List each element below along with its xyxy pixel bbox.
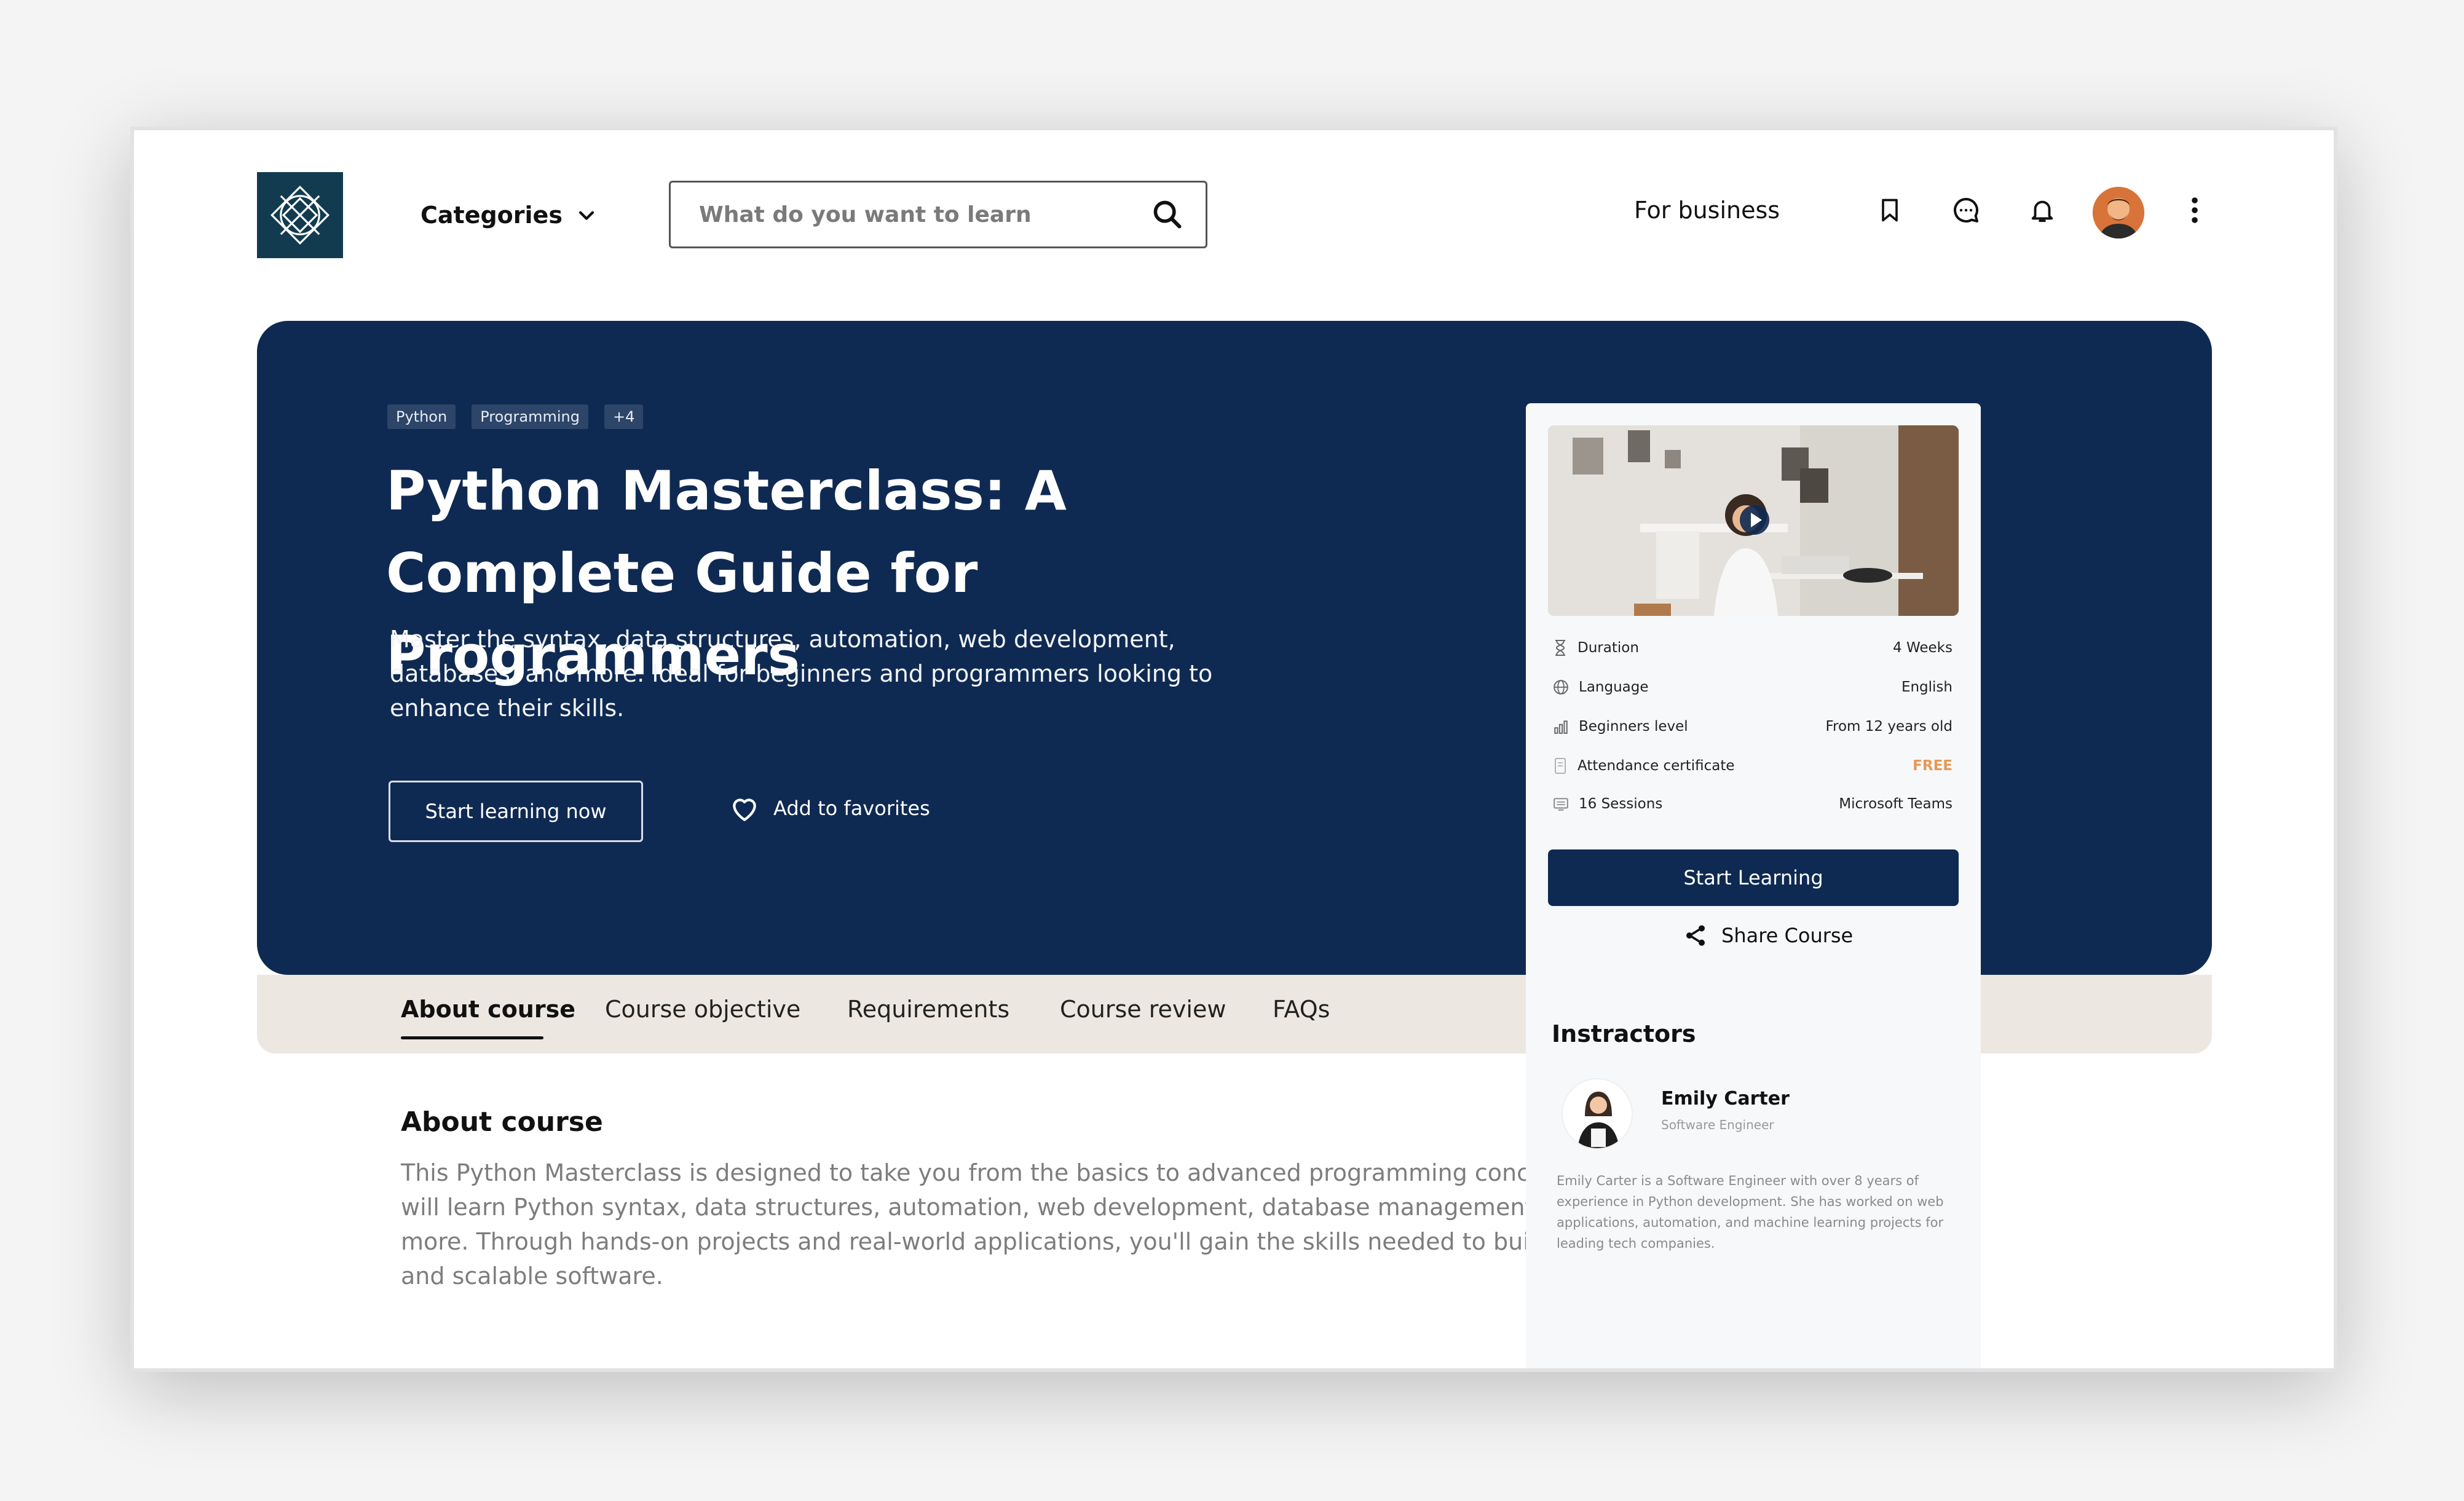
share-course-label: Share Course <box>1721 924 1854 947</box>
search-icon[interactable] <box>1151 199 1183 230</box>
detail-level: Beginners level From 12 years old <box>1553 714 1953 739</box>
detail-sessions: 16 Sessions Microsoft Teams <box>1553 792 1953 816</box>
messages-button[interactable] <box>1948 192 1984 229</box>
tab-course-objective[interactable]: Course objective <box>605 996 800 1023</box>
user-avatar-image <box>2093 187 2144 238</box>
share-icon <box>1686 925 1705 946</box>
logo-icon <box>270 186 330 245</box>
detail-label: 16 Sessions <box>1579 796 1663 812</box>
detail-duration: Duration 4 Weeks <box>1553 636 1953 660</box>
user-avatar[interactable] <box>2093 187 2144 238</box>
detail-value: From 12 years old <box>1825 719 1953 735</box>
video-thumbnail <box>1548 425 1959 616</box>
about-heading: About course <box>401 1106 603 1138</box>
start-learning-button[interactable]: Start Learning <box>1548 849 1959 906</box>
more-vertical-icon <box>2192 197 2198 223</box>
detail-label: Attendance certificate <box>1578 758 1735 774</box>
detail-label: Duration <box>1578 640 1639 656</box>
search-input[interactable] <box>699 202 1129 227</box>
categories-label: Categories <box>421 202 563 229</box>
tag-programming[interactable]: Programming <box>472 404 588 429</box>
instructor-role: Software Engineer <box>1661 1117 1774 1132</box>
browser-window: Categories For business <box>130 127 2337 1372</box>
instructors-heading: Instractors <box>1552 1020 1696 1047</box>
detail-language: Language English <box>1553 675 1953 699</box>
tab-about-course[interactable]: About course <box>401 996 575 1023</box>
tag-more[interactable]: +4 <box>604 404 644 429</box>
detail-certificate: Attendance certificate FREE <box>1553 754 1953 778</box>
notifications-button[interactable] <box>2024 192 2061 229</box>
chat-icon <box>1954 198 1978 223</box>
detail-value: Microsoft Teams <box>1839 796 1953 812</box>
course-tags: Python Programming +4 <box>387 404 644 429</box>
heart-icon <box>733 798 756 821</box>
certificate-icon <box>1555 758 1566 774</box>
chevron-down-icon <box>578 211 594 220</box>
sessions-icon <box>1554 798 1568 811</box>
add-to-favorites-button[interactable]: Add to favorites <box>729 794 930 822</box>
level-icon <box>1554 720 1568 734</box>
detail-label: Beginners level <box>1579 719 1688 735</box>
page: Categories For business <box>134 130 2334 1368</box>
globe-icon <box>1554 680 1568 695</box>
course-info-card: Duration 4 Weeks Language English Beginn… <box>1526 403 1981 1368</box>
bookmark-button[interactable] <box>1871 192 1908 229</box>
instructor-avatar[interactable] <box>1562 1078 1633 1149</box>
free-badge: FREE <box>1913 758 1953 774</box>
more-menu-button[interactable] <box>2176 192 2213 229</box>
tab-requirements[interactable]: Requirements <box>847 996 1009 1023</box>
tab-course-review[interactable]: Course review <box>1060 996 1226 1023</box>
detail-value: English <box>1901 679 1953 695</box>
instructor-name[interactable]: Emily Carter <box>1661 1088 1790 1109</box>
active-tab-indicator <box>401 1036 543 1039</box>
bell-icon <box>2031 200 2053 223</box>
course-description: Master the syntax, data structures, auto… <box>390 626 1213 722</box>
start-learning-now-button[interactable]: Start learning now <box>389 781 643 842</box>
course-preview-video[interactable] <box>1548 425 1959 616</box>
about-body: This Python Masterclass is designed to t… <box>401 1159 1653 1290</box>
bookmark-icon <box>1882 199 1898 222</box>
tab-faqs[interactable]: FAQs <box>1273 996 1330 1023</box>
search-box[interactable] <box>669 181 1207 248</box>
detail-value: 4 Weeks <box>1893 640 1953 656</box>
categories-dropdown[interactable]: Categories <box>421 194 597 236</box>
tag-python[interactable]: Python <box>387 404 456 429</box>
add-to-favorites-label: Add to favorites <box>773 797 930 820</box>
instructor-photo <box>1563 1079 1632 1148</box>
hourglass-icon <box>1555 640 1565 656</box>
detail-label: Language <box>1579 679 1649 695</box>
share-course-button[interactable]: Share Course <box>1683 923 1853 948</box>
for-business-link[interactable]: For business <box>1634 197 1780 224</box>
logo[interactable] <box>257 172 343 258</box>
instructor-bio: Emily Carter is a Software Engineer with… <box>1557 1173 1944 1251</box>
